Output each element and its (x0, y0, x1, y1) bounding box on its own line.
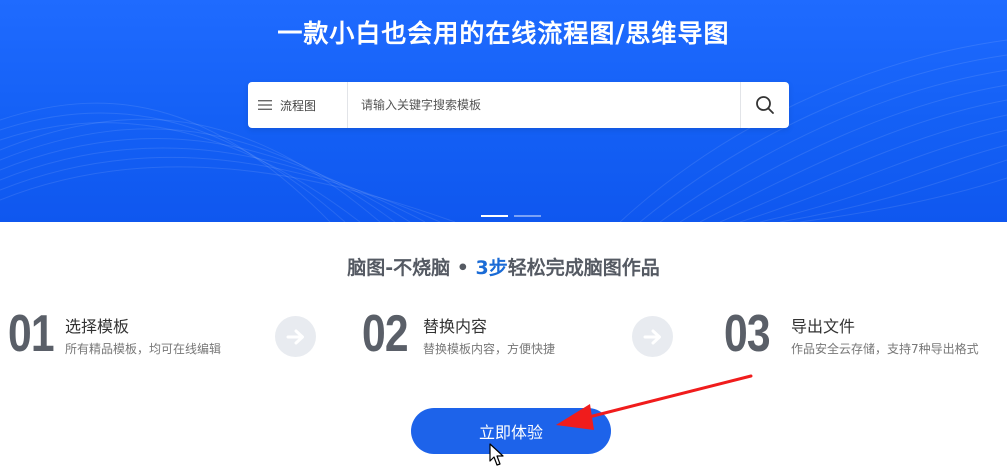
menu-icon (258, 100, 272, 110)
search-icon (756, 96, 774, 114)
subtitle-part2: 轻松完成脑图作品 (507, 257, 660, 279)
hero-banner: 一款小白也会用的在线流程图/思维导图 流程图 (0, 0, 1007, 222)
step-number: 03 (724, 305, 771, 363)
step-number: 02 (362, 305, 409, 363)
subtitle-separator: • (456, 257, 469, 279)
step-title: 选择模板 (65, 317, 130, 336)
carousel-indicators (481, 215, 541, 217)
step-description: 替换模板内容，方便快捷 (423, 342, 556, 356)
carousel-dot-2[interactable] (514, 215, 541, 217)
subtitle-part1: 脑图-不烧脑 (347, 257, 451, 279)
search-category-dropdown[interactable]: 流程图 (248, 82, 348, 128)
step-2: 02 替换内容 替换模板内容，方便快捷 (362, 307, 602, 367)
arrow-right-circle-icon (632, 316, 673, 357)
search-input[interactable] (348, 82, 740, 128)
try-now-button[interactable]: 立即体验 (411, 408, 611, 454)
hero-title: 一款小白也会用的在线流程图/思维导图 (277, 19, 730, 48)
mouse-cursor-icon (489, 443, 504, 466)
step-description: 所有精品模板，均可在线编辑 (65, 342, 222, 356)
search-button[interactable] (740, 82, 789, 128)
step-title: 替换内容 (423, 317, 488, 336)
step-3: 03 导出文件 作品安全云存储，支持7种导出格式 (724, 307, 1007, 367)
carousel-dot-1[interactable] (481, 215, 508, 217)
section-subtitle: 脑图-不烧脑 • 3步轻松完成脑图作品 (0, 253, 1007, 280)
step-title: 导出文件 (791, 317, 856, 336)
step-description: 作品安全云存储，支持7种导出格式 (791, 342, 979, 356)
step-number: 01 (8, 305, 55, 363)
search-bar: 流程图 (248, 82, 789, 128)
arrow-right-circle-icon (275, 316, 316, 357)
search-category-label: 流程图 (280, 98, 317, 113)
subtitle-highlight: 3步 (475, 257, 508, 279)
step-1: 01 选择模板 所有精品模板，均可在线编辑 (8, 307, 248, 367)
